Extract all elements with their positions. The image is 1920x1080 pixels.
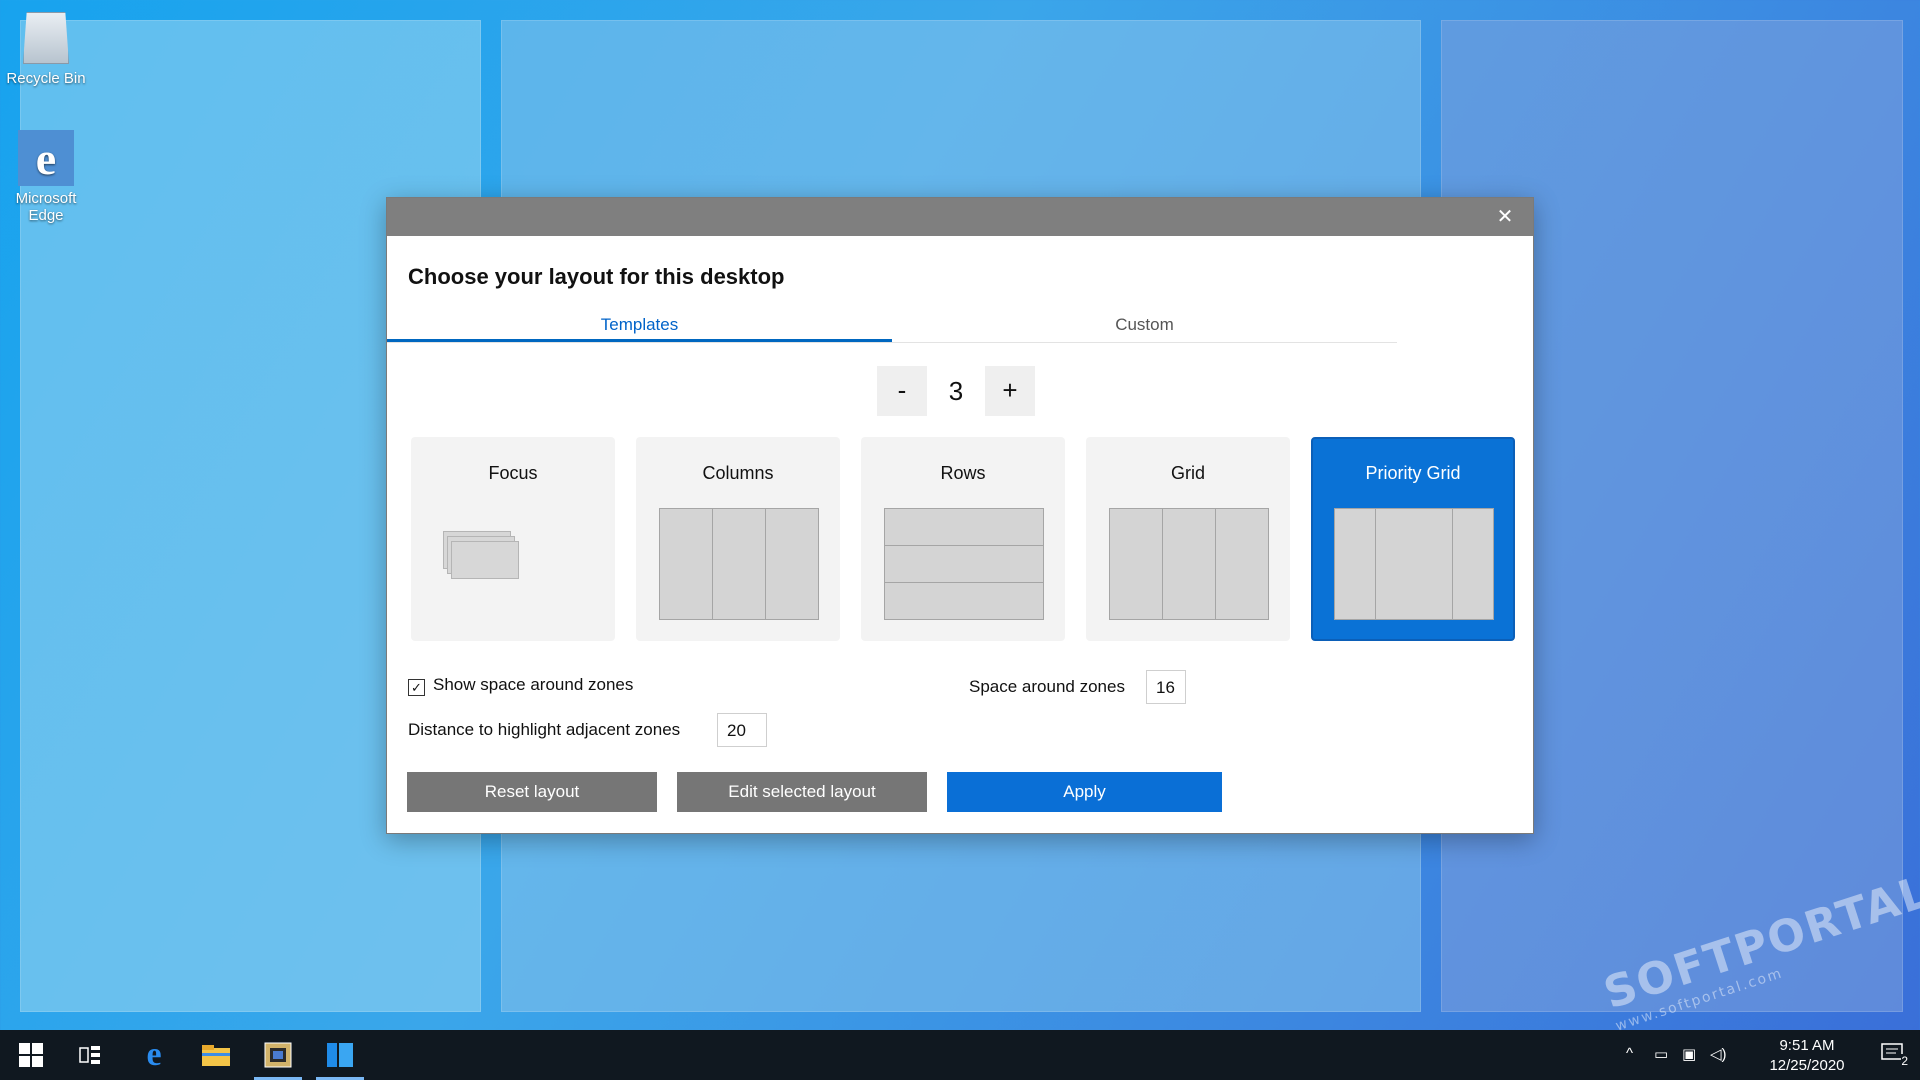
windows-logo-icon xyxy=(19,1043,43,1067)
layout-card-label: Rows xyxy=(940,463,986,483)
dialog-titlebar[interactable]: ✕ xyxy=(387,198,1533,236)
notification-center-button[interactable]: 2 xyxy=(1880,1042,1908,1068)
tab-templates[interactable]: Templates xyxy=(387,310,892,342)
folder-icon xyxy=(202,1045,230,1066)
increment-button[interactable]: + xyxy=(985,366,1035,416)
chevron-up-icon[interactable]: ^ xyxy=(1626,1045,1633,1062)
reset-layout-button[interactable]: Reset layout xyxy=(407,772,657,812)
layout-editor-dialog: ✕ Choose your layout for this desktop Te… xyxy=(386,197,1534,834)
taskbar: e ^ ▭ ▣ ◁) 9:51 AM 12/25/2020 2 xyxy=(0,1030,1920,1080)
layout-card-label: Priority Grid xyxy=(1365,463,1461,483)
layout-card-priority-grid[interactable]: Priority Grid xyxy=(1311,437,1515,641)
desktop-icon-recycle-bin[interactable]: Recycle Bin xyxy=(0,10,92,87)
layout-card-label: Columns xyxy=(702,463,774,483)
task-view-icon xyxy=(79,1046,100,1064)
system-tray: ^ ▭ ▣ ◁) 9:51 AM 12/25/2020 2 xyxy=(1620,1030,1920,1080)
apply-button[interactable]: Apply xyxy=(947,772,1222,812)
distance-highlight-input[interactable]: 20 xyxy=(717,713,767,747)
zone-count-value: 3 xyxy=(948,375,964,406)
tab-custom[interactable]: Custom xyxy=(892,310,1397,340)
clock-date: 12/25/2020 xyxy=(1769,1057,1845,1074)
desktop-icon-label: Microsoft Edge xyxy=(15,190,77,224)
show-space-checkbox[interactable]: ✓ xyxy=(408,679,425,696)
layout-card-label: Focus xyxy=(488,463,538,483)
edit-layout-button[interactable]: Edit selected layout xyxy=(677,772,927,812)
powertoys-icon xyxy=(264,1042,292,1068)
battery-icon[interactable]: ▭ xyxy=(1654,1045,1668,1063)
powertoys-button[interactable] xyxy=(250,1030,306,1080)
layout-card-rows[interactable]: Rows xyxy=(861,437,1065,641)
volume-icon[interactable]: ◁) xyxy=(1710,1045,1727,1063)
layout-card-focus[interactable]: Focus xyxy=(411,437,615,641)
file-explorer-button[interactable] xyxy=(188,1030,244,1080)
layout-card-label: Grid xyxy=(1170,463,1205,483)
dialog-title: Choose your layout for this desktop xyxy=(408,264,785,289)
clock[interactable]: 9:51 AM 12/25/2020 xyxy=(1762,1036,1852,1076)
network-icon[interactable]: ▣ xyxy=(1682,1045,1696,1063)
close-icon[interactable]: ✕ xyxy=(1495,207,1515,227)
columns-preview xyxy=(659,508,819,620)
task-view-button[interactable] xyxy=(62,1030,118,1080)
priority-grid-preview xyxy=(1334,508,1494,620)
notification-count: 2 xyxy=(1901,1054,1908,1068)
edge-icon: e xyxy=(146,1036,162,1073)
clock-time: 9:51 AM xyxy=(1779,1037,1835,1054)
space-around-zones-label: Space around zones xyxy=(969,677,1125,696)
grid-preview xyxy=(1109,508,1269,620)
space-around-zones-input[interactable]: 16 xyxy=(1146,670,1186,704)
show-space-label: Show space around zones xyxy=(433,675,634,694)
desktop-icon-label: Recycle Bin xyxy=(6,70,86,87)
fancyzones-icon xyxy=(327,1043,353,1067)
fancyzones-button[interactable] xyxy=(312,1030,368,1080)
recycle-bin-icon xyxy=(23,12,69,64)
layout-card-grid[interactable]: Grid xyxy=(1086,437,1290,641)
edge-icon: e xyxy=(18,130,74,186)
decrement-button[interactable]: - xyxy=(877,366,927,416)
layout-card-columns[interactable]: Columns xyxy=(636,437,840,641)
edge-taskbar-button[interactable]: e xyxy=(126,1030,182,1080)
start-button[interactable] xyxy=(3,1030,59,1080)
distance-highlight-label: Distance to highlight adjacent zones xyxy=(408,720,681,739)
rows-preview xyxy=(884,508,1044,620)
desktop-icon-edge[interactable]: e Microsoft Edge xyxy=(0,130,92,224)
zone-count-stepper: - 3 + xyxy=(877,366,1035,416)
show-space-option: ✓ Show space around zones xyxy=(408,675,633,696)
tab-bar: Templates Custom xyxy=(387,310,1397,343)
